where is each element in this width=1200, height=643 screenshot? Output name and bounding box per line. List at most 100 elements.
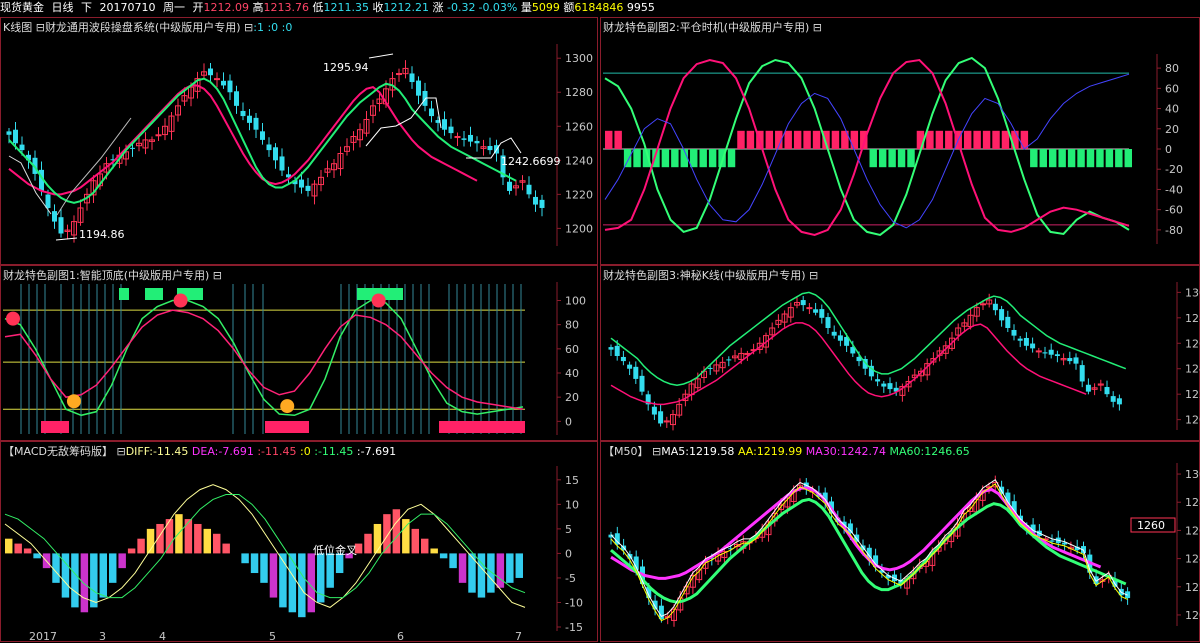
shenmi-candle — [881, 383, 887, 387]
dingdi-chart[interactable]: 100 80 60 40 20 0 — [1, 266, 599, 442]
macd-histogram-bar — [515, 553, 523, 578]
pc-bar-up — [812, 130, 821, 149]
x-tick-label: 5 — [269, 630, 276, 643]
pc-bar-down — [869, 149, 877, 168]
candle — [208, 68, 213, 76]
pc-bar-down — [888, 149, 896, 168]
shenmi-chart[interactable]: 1200 1220 1240 1260 1280 1300 — [601, 266, 1200, 442]
candle — [448, 126, 454, 134]
x-tick-label: 7 — [515, 630, 522, 643]
mode-label[interactable]: 下 — [81, 1, 92, 14]
candle — [487, 146, 493, 151]
extra-value: 9955 — [626, 1, 655, 14]
x-tick-label: 4 — [159, 630, 166, 643]
y-tick-label: 60 — [1165, 82, 1179, 95]
instrument-name[interactable]: 现货黄金 — [0, 1, 44, 14]
m50-panel[interactable]: 【M50】 ⊟MA5:1219.58 AA:1219.99 MA30:1242.… — [600, 441, 1200, 642]
y-tick-label: -20 — [1165, 163, 1183, 176]
y-tick-label: 1260 — [565, 120, 593, 133]
volume-label: 量5099 — [520, 1, 560, 14]
pc-bar-up — [992, 130, 1000, 149]
candle — [52, 211, 57, 222]
pc-bar-up — [614, 130, 622, 149]
pc-bar-down — [1039, 149, 1047, 168]
candle — [19, 144, 25, 151]
amount-value: 6184846 — [574, 1, 624, 14]
macd-histogram-bar — [421, 538, 429, 554]
bottom-signal-bar — [439, 421, 489, 433]
macd-histogram-bar — [203, 528, 211, 554]
period-label[interactable]: 日线 — [52, 1, 74, 14]
candle — [247, 115, 252, 123]
pc-bar-up — [803, 130, 811, 149]
macd-histogram-bar — [71, 553, 79, 608]
shenmi-candle — [875, 379, 881, 382]
y-tick-label: -5 — [565, 572, 576, 585]
high-label: 高1213.76 — [252, 1, 310, 14]
shenmi-candle — [1048, 349, 1054, 355]
pc-bar-down — [1105, 149, 1114, 168]
top-face-icon — [173, 293, 188, 308]
shenmi-candle — [1054, 354, 1060, 356]
y-tick-label: 1240 — [1185, 553, 1200, 566]
low-value: 1211.35 — [323, 1, 370, 14]
pc-bar-down — [1115, 149, 1123, 168]
kline-panel[interactable]: K线图 ⊟财龙通用波段操盘系统(中级版用户专用) ⊟:1 :0 :0 1200 1… — [0, 17, 598, 265]
pc-bar-up — [935, 130, 944, 149]
low-annotation: 1194.86 — [79, 228, 125, 241]
candle — [526, 184, 532, 195]
high-annotation: 1295.94 — [323, 61, 369, 74]
candle — [468, 134, 473, 142]
macd-histogram-bar — [23, 548, 32, 554]
change-label: 涨 -0.32 -0.03% — [432, 1, 518, 14]
macd-panel[interactable]: 【MACD无敌筹码版】 ⊟DIFF:-11.45 DEA:-7.691 :-11… — [0, 441, 599, 643]
macd-histogram-bar — [222, 543, 230, 554]
m50-candle — [1049, 540, 1055, 542]
pc-bar-up — [1001, 130, 1010, 149]
pingcang-panel[interactable]: 财龙特色副图2:平仓时机(中级版用户专用) ⊟ 80 60 40 20 0 -20 -40-… — [600, 17, 1200, 265]
shenmi-candle — [831, 331, 837, 336]
y-tick-label: 0 — [565, 547, 572, 560]
m50-chart[interactable]: 1200 1220 1240 1260 1280 1300 1260 — [601, 442, 1200, 643]
macd-histogram-bar — [137, 538, 145, 554]
pingcang-chart[interactable]: 80 60 40 20 0 -20 -40 -60 -80 — [601, 18, 1200, 266]
bottom-face-icon — [66, 394, 81, 409]
candle — [273, 147, 278, 161]
candle — [58, 217, 64, 234]
shenmi-candle — [1042, 352, 1048, 354]
low-label: 低1211.35 — [312, 1, 370, 14]
kline-chart[interactable]: 1200 1220 1240 1260 1280 1300 1295.94 1194.86 12… — [1, 18, 599, 266]
shenmi-panel[interactable]: 财龙特色副图3:神秘K线(中级版用户专用) ⊟ 1200122012401260… — [600, 265, 1200, 441]
candle — [461, 138, 467, 140]
pc-bar-up — [605, 130, 613, 149]
candle — [6, 131, 12, 135]
y-tick-label: 10 — [565, 498, 579, 511]
y-tick-label: 80 — [565, 319, 579, 332]
candle — [155, 134, 162, 137]
shenmi-candle — [837, 335, 843, 341]
bottom-signal-bar — [265, 421, 309, 433]
shenmi-candle — [651, 406, 657, 415]
y-tick-label: 0 — [565, 415, 572, 428]
macd-chart[interactable]: 15 10 5 0 -5 -10 -15 低位金叉 2017 3 4 5 6 7 — [1, 442, 599, 643]
shenmi-candle — [1085, 384, 1091, 392]
pc-bar-down — [1058, 149, 1066, 168]
y-tick-label: 1220 — [1185, 388, 1200, 401]
pc-bar-down — [907, 149, 915, 168]
pc-bar-down — [699, 149, 707, 168]
macd-histogram-bar — [468, 553, 476, 593]
close-value: 1212.21 — [383, 1, 430, 14]
pc-bar-up — [831, 130, 840, 149]
shenmi-candle — [707, 367, 713, 369]
shenmi-candle — [1110, 396, 1116, 402]
shenmi-candle — [806, 307, 813, 310]
macd-histogram-bar — [288, 553, 297, 613]
candle — [279, 156, 285, 171]
dingdi-series-line — [4, 309, 524, 410]
macd-histogram-bar — [506, 553, 514, 583]
shenmi-candle — [639, 375, 645, 392]
dingdi-panel[interactable]: 财龙特色副图1:智能顶底(中级版用户专用) ⊟ 100 80 60 40 20 0 — [0, 265, 598, 441]
macd-histogram-bar — [109, 553, 117, 583]
candle — [240, 110, 246, 117]
open-label: 开1212.09 — [192, 1, 250, 14]
